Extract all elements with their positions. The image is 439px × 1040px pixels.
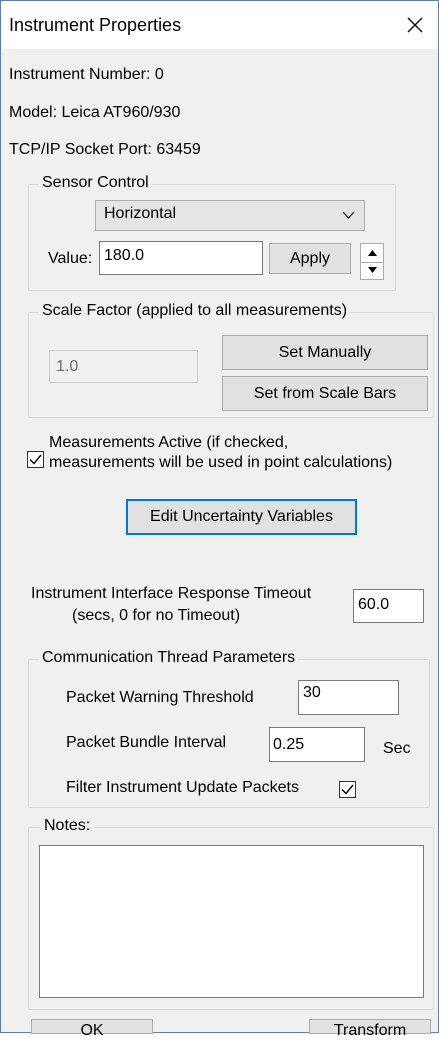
arrow-down-icon bbox=[367, 267, 377, 274]
measurements-active-label-line1: Measurements Active (if checked, bbox=[49, 434, 289, 451]
close-icon bbox=[407, 17, 423, 33]
sensor-mode-select[interactable]: Horizontal bbox=[95, 200, 365, 231]
sensor-mode-value: Horizontal bbox=[104, 205, 177, 222]
scale-factor-legend: Scale Factor (applied to all measurement… bbox=[39, 302, 351, 320]
notes-textarea[interactable] bbox=[39, 845, 424, 998]
filter-packets-checkbox[interactable] bbox=[339, 781, 356, 798]
instrument-number-text: Instrument Number: 0 bbox=[9, 66, 164, 83]
title-bar: Instrument Properties bbox=[1, 1, 438, 49]
measurements-active-checkbox[interactable] bbox=[27, 451, 44, 468]
timeout-label-line2: (secs, 0 for no Timeout) bbox=[72, 607, 241, 624]
edit-uncertainty-variables-button[interactable]: Edit Uncertainty Variables bbox=[126, 499, 357, 535]
timeout-input[interactable]: 60.0 bbox=[353, 589, 424, 623]
chevron-down-icon bbox=[342, 211, 355, 219]
timeout-label-line1: Instrument Interface Response Timeout bbox=[31, 585, 312, 602]
checkmark-icon bbox=[341, 784, 354, 795]
set-from-scale-bars-button[interactable]: Set from Scale Bars bbox=[222, 376, 428, 411]
checkmark-icon bbox=[29, 454, 42, 465]
spin-up-button[interactable] bbox=[361, 244, 383, 263]
sensor-control-legend: Sensor Control bbox=[39, 174, 152, 192]
transform-button[interactable]: Transform bbox=[309, 1019, 431, 1039]
instrument-properties-dialog: Instrument Properties Instrument Number:… bbox=[0, 0, 439, 1039]
close-button[interactable] bbox=[392, 1, 438, 49]
arrow-up-icon bbox=[367, 249, 377, 256]
ok-button[interactable]: OK bbox=[31, 1019, 153, 1039]
sensor-value-input[interactable]: 180.0 bbox=[99, 241, 263, 275]
value-spinner[interactable] bbox=[360, 243, 384, 280]
packet-warning-label: Packet Warning Threshold bbox=[66, 689, 254, 706]
port-text: TCP/IP Socket Port: 63459 bbox=[9, 141, 201, 158]
packet-bundle-input[interactable]: 0.25 bbox=[269, 727, 365, 762]
filter-packets-label: Filter Instrument Update Packets bbox=[66, 779, 299, 796]
spin-down-button[interactable] bbox=[361, 262, 383, 280]
packet-bundle-unit: Sec bbox=[383, 740, 411, 757]
value-label: Value: bbox=[48, 250, 93, 267]
communication-thread-legend: Communication Thread Parameters bbox=[39, 649, 299, 667]
set-manually-button[interactable]: Set Manually bbox=[222, 335, 428, 370]
packet-warning-input[interactable]: 30 bbox=[298, 680, 399, 715]
model-text: Model: Leica AT960/930 bbox=[9, 104, 181, 121]
packet-bundle-label: Packet Bundle Interval bbox=[66, 734, 227, 751]
notes-legend: Notes: bbox=[41, 817, 94, 835]
measurements-active-label-line2: measurements will be used in point calcu… bbox=[49, 454, 393, 471]
dialog-title: Instrument Properties bbox=[9, 15, 182, 35]
scale-factor-input[interactable]: 1.0 bbox=[49, 350, 198, 383]
apply-button[interactable]: Apply bbox=[269, 243, 351, 274]
